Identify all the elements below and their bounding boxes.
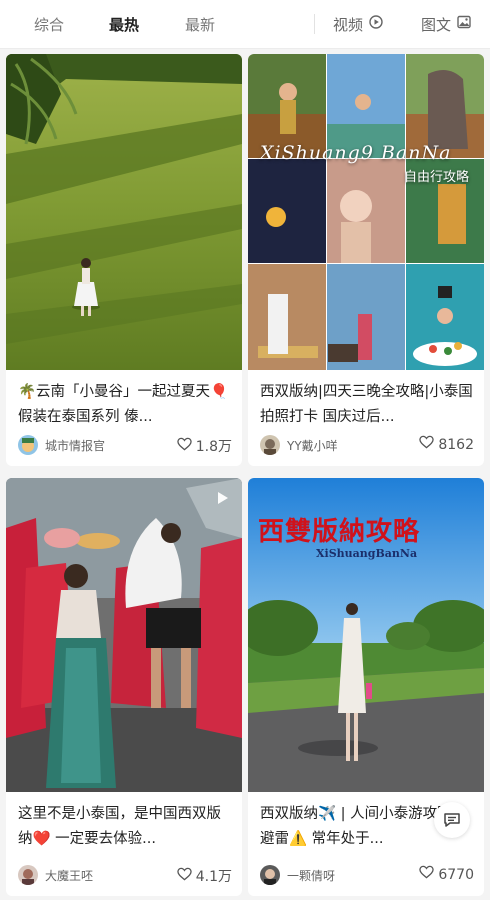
- play-circle-icon: [369, 14, 383, 33]
- post-cover-image: XiShuang9 BanNa 自由行攻略: [248, 54, 484, 370]
- tab-comprehensive[interactable]: 综合: [34, 14, 64, 35]
- chat-bubble-icon: [444, 813, 460, 827]
- heart-icon: [419, 435, 435, 453]
- post-cover-image: [6, 478, 242, 792]
- heart-icon: [177, 437, 192, 455]
- like-count[interactable]: 6770: [419, 865, 474, 884]
- tab-hottest[interactable]: 最热: [109, 14, 139, 35]
- cover-script-title: XiShuang9 BanNa: [260, 142, 452, 164]
- like-count-value: 4.1万: [195, 869, 232, 885]
- like-count-value: 1.8万: [195, 439, 232, 455]
- post-cover-image: [6, 54, 242, 370]
- filter-video-label: 视频: [333, 16, 364, 34]
- tab-divider: [314, 14, 315, 34]
- avatar[interactable]: [18, 435, 38, 455]
- cover-subheading: XiShuangBanNa: [316, 547, 418, 560]
- post-meta: YY戴小咩 8162: [260, 434, 474, 456]
- heart-icon: [177, 867, 192, 885]
- post-title: 🌴云南「小曼谷」一起过夏天🎈假装在泰国系列 傣...: [18, 384, 229, 425]
- top-tab-bar: 综合 最热 最新 视频 图文: [0, 0, 490, 49]
- cover-caption: 自由行攻略: [404, 170, 470, 185]
- tab-newest[interactable]: 最新: [185, 14, 215, 35]
- post-card[interactable]: 这里不是小泰国，是中国西双版纳❤️ 一定要去体验... 大魔王呸 4.1万: [6, 478, 242, 896]
- post-card[interactable]: 🌴云南「小曼谷」一起过夏天🎈假装在泰国系列 傣... 城市情报官 1.8万: [6, 54, 242, 466]
- filter-image-text[interactable]: 图文: [421, 14, 471, 35]
- avatar[interactable]: [260, 865, 280, 885]
- post-card[interactable]: XiShuang9 BanNa 自由行攻略 西双版纳|四天三晚全攻略|小泰国拍照…: [248, 54, 484, 466]
- author-name[interactable]: 大魔王呸: [45, 867, 93, 884]
- post-title: 这里不是小泰国，是中国西双版纳❤️ 一定要去体验...: [18, 806, 221, 847]
- cover-heading: 西雙版納攻略: [258, 517, 421, 547]
- post-meta: 城市情报官 1.8万: [18, 434, 232, 456]
- like-count-value: 6770: [438, 867, 474, 883]
- post-cover-image: 西雙版納攻略 XiShuangBanNa: [248, 478, 484, 792]
- like-count[interactable]: 1.8万: [177, 436, 232, 456]
- post-meta: 大魔王呸 4.1万: [18, 864, 232, 886]
- image-icon: [457, 15, 471, 33]
- floating-chat-button[interactable]: [434, 802, 470, 838]
- filter-image-text-label: 图文: [421, 16, 452, 34]
- like-count[interactable]: 4.1万: [177, 866, 232, 886]
- author-name[interactable]: 一颗倩呀: [287, 867, 335, 884]
- post-title: 西双版纳|四天三晚全攻略|小泰国拍照打卡 国庆过后...: [260, 384, 473, 425]
- heart-icon: [419, 865, 435, 883]
- like-count[interactable]: 8162: [419, 435, 474, 454]
- avatar[interactable]: [18, 865, 38, 885]
- video-play-icon: [218, 492, 228, 504]
- filter-video[interactable]: 视频: [333, 14, 383, 35]
- author-name[interactable]: 城市情报官: [45, 437, 105, 454]
- post-meta: 一颗倩呀 6770: [260, 864, 474, 886]
- author-name[interactable]: YY戴小咩: [287, 437, 338, 454]
- like-count-value: 8162: [438, 437, 474, 453]
- avatar[interactable]: [260, 435, 280, 455]
